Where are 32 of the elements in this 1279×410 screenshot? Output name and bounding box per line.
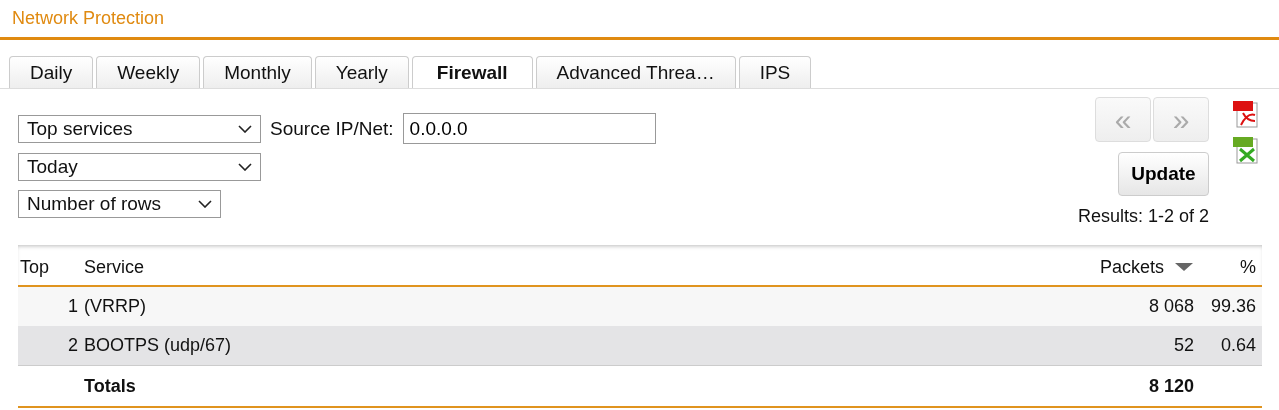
table-cell: 8 068 xyxy=(752,286,1198,326)
column-header[interactable]: Packets xyxy=(1099,256,1164,278)
tab[interactable]: Advanced Threa… xyxy=(535,56,736,88)
table-cell: 0.64 xyxy=(1198,326,1262,366)
table-cell: 52 xyxy=(752,326,1198,366)
tab[interactable]: Daily xyxy=(9,56,94,88)
report-dropdown[interactable]: Top services xyxy=(18,114,261,143)
period-dropdown[interactable]: Today xyxy=(18,153,261,181)
totals-packets: 8 120 xyxy=(752,365,1198,407)
update-button[interactable]: Update xyxy=(1118,152,1209,196)
sort-descending-icon xyxy=(1174,262,1194,272)
table-cell: 99.36 xyxy=(1198,286,1262,326)
tab[interactable]: Yearly xyxy=(314,56,409,88)
tab[interactable]: Firewall xyxy=(411,56,533,88)
table-cell: (VRRP) xyxy=(84,286,753,326)
results-count: Results: 1-2 of 2 xyxy=(1077,206,1209,227)
table-cell: 2 xyxy=(18,326,84,366)
tab[interactable]: Weekly xyxy=(96,56,201,88)
source-input-field[interactable]: 0.0.0.0 xyxy=(402,113,656,144)
tab[interactable]: IPS xyxy=(738,56,812,88)
page-title: Network Protection xyxy=(12,8,165,29)
source-label: Source IP/Net: xyxy=(270,117,394,140)
totals-label: Totals xyxy=(84,365,753,407)
table-cell: BOOTPS (udp/67) xyxy=(84,326,753,366)
table-cell: 1 xyxy=(18,286,84,326)
rows-dropdown[interactable]: Number of rows xyxy=(18,190,221,218)
spreadsheet-icon[interactable] xyxy=(1231,135,1261,165)
chevron-down-icon xyxy=(238,163,252,171)
tab[interactable]: Monthly xyxy=(203,56,312,88)
chevron-down-icon xyxy=(238,124,252,133)
chevron-down-icon xyxy=(198,200,212,208)
pdf-icon[interactable] xyxy=(1231,99,1261,129)
